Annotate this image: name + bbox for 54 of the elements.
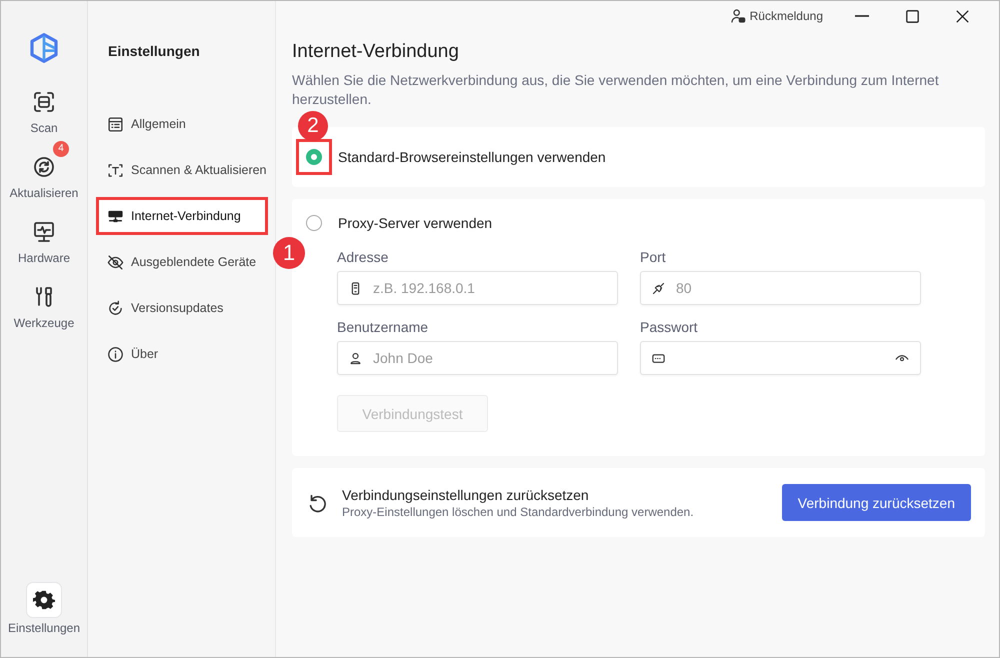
hidden-icon bbox=[107, 254, 124, 270]
scan-icon bbox=[32, 90, 56, 114]
reset-button[interactable]: Verbindung zurücksetzen bbox=[782, 484, 971, 521]
rail-label: Aktualisieren bbox=[10, 186, 78, 200]
settings-icon bbox=[33, 589, 55, 611]
maximize-icon bbox=[906, 10, 918, 22]
field-label: Adresse bbox=[337, 249, 390, 265]
rail-item[interactable]: Hardware bbox=[4, 206, 84, 267]
option-label: Standard-Browsereinstellungen verwenden bbox=[338, 149, 606, 165]
update-icon bbox=[107, 300, 124, 316]
count-badge: 4 bbox=[53, 141, 69, 157]
minimize-icon bbox=[855, 15, 869, 17]
input-field[interactable]: z.B. 192.168.0.1 bbox=[337, 271, 618, 305]
settings-nav-item[interactable]: Ausgeblendete Geräte bbox=[96, 243, 268, 281]
settings-nav-item[interactable]: Über bbox=[96, 335, 268, 373]
input-field[interactable]: John Doe bbox=[337, 341, 618, 375]
text-scan-icon bbox=[107, 162, 124, 178]
input-field[interactable]: 80 bbox=[640, 271, 921, 305]
rail-label: Hardware bbox=[18, 251, 70, 265]
field-label: Benutzername bbox=[337, 319, 430, 335]
user-icon bbox=[348, 351, 363, 366]
key-card-icon bbox=[651, 351, 666, 366]
page-description: Wählen Sie die Netzwerkverbindung aus, die Sie verwenden möchten, um eine Verbindung zum Internet herzustellen. bbox=[292, 71, 940, 109]
page-title: Internet-Verbindung bbox=[292, 41, 460, 63]
reset-subtitle: Proxy-Einstellungen löschen und Standardverbindung verwenden. bbox=[342, 504, 695, 518]
settings-nav-item[interactable]: Scannen & Aktualisieren bbox=[96, 151, 268, 189]
field-label: Passwort bbox=[640, 319, 699, 335]
rail-item[interactable]: Scan bbox=[16, 76, 72, 137]
list-icon bbox=[107, 116, 124, 132]
reset-title: Verbindungseinstellungen zurücksetzen bbox=[342, 486, 590, 502]
logo-icon bbox=[28, 32, 60, 64]
radio-button[interactable] bbox=[306, 215, 322, 231]
feedback-button[interactable]: Rückmeldung bbox=[730, 8, 823, 24]
radio-button[interactable] bbox=[306, 149, 322, 165]
plug-icon bbox=[651, 281, 666, 296]
rail-label: Werkzeuge bbox=[14, 316, 74, 330]
settings-nav-item[interactable]: Internet-Verbindung bbox=[96, 197, 268, 235]
rail-label: Scan bbox=[30, 121, 58, 135]
close-icon bbox=[956, 10, 968, 22]
rail-label: Einstellungen bbox=[8, 621, 80, 635]
info-icon bbox=[107, 346, 124, 362]
step-marker: 2 bbox=[298, 111, 328, 141]
monitor-icon bbox=[32, 220, 56, 244]
rail-item[interactable]: Werkzeuge bbox=[1, 271, 88, 332]
option-label: Proxy-Server verwenden bbox=[338, 215, 492, 231]
input-field[interactable] bbox=[640, 341, 921, 375]
settings-nav-item[interactable]: Versionsupdates bbox=[96, 289, 268, 327]
refresh-icon bbox=[32, 155, 56, 179]
section-title: Einstellungen bbox=[108, 43, 201, 59]
rail-item[interactable]: Einstellungen bbox=[4, 581, 84, 637]
rail-item[interactable]: 4 Aktualisieren bbox=[1, 141, 92, 202]
settings-nav-item[interactable]: Allgemein bbox=[96, 105, 268, 143]
field-label: Port bbox=[640, 249, 667, 265]
user-feedback-icon bbox=[730, 8, 746, 24]
